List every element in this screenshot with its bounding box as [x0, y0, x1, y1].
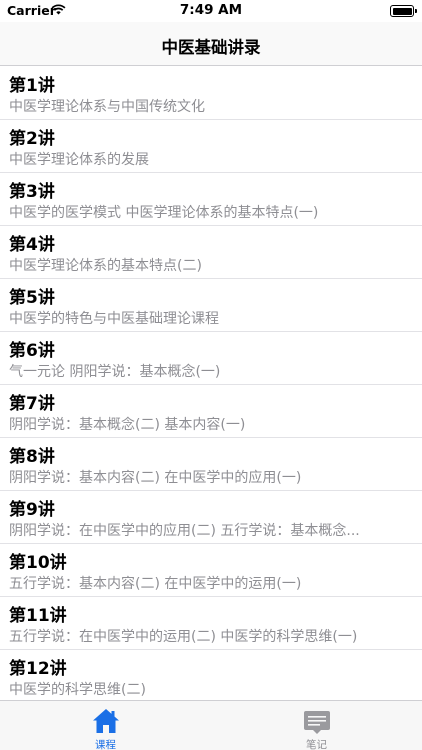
lesson-list[interactable]: 第1讲 中医学理论体系与中国传统文化 第2讲 中医学理论体系的发展 第3讲 中医…	[0, 67, 422, 700]
lesson-subtitle: 阴阳学说：在中医学中的应用(二) 五行学说：基本概念...	[9, 523, 360, 539]
lesson-row-9[interactable]: 第9讲 阴阳学说：在中医学中的应用(二) 五行学说：基本概念...	[0, 491, 422, 544]
status-bar: Carrier 7:49 AM	[0, 0, 422, 22]
lesson-title: 第6讲	[9, 341, 55, 361]
lesson-row-7[interactable]: 第7讲 阴阳学说：基本概念(二) 基本内容(一)	[0, 385, 422, 438]
lesson-title: 第7讲	[9, 394, 55, 414]
lesson-subtitle: 阴阳学说：基本概念(二) 基本内容(一)	[9, 417, 246, 433]
lesson-row-5[interactable]: 第5讲 中医学的特色与中医基础理论课程	[0, 279, 422, 332]
lesson-row-11[interactable]: 第11讲 五行学说：在中医学中的运用(二) 中医学的科学思维(一)	[0, 597, 422, 650]
lesson-title: 第10讲	[9, 553, 67, 573]
lesson-subtitle: 中医学的医学模式 中医学理论体系的基本特点(一)	[9, 205, 319, 221]
lesson-row-4[interactable]: 第4讲 中医学理论体系的基本特点(二)	[0, 226, 422, 279]
lesson-subtitle: 气一元论 阴阳学说：基本概念(一)	[9, 364, 221, 380]
tab-notes[interactable]: 笔记	[211, 701, 422, 750]
lesson-row-8[interactable]: 第8讲 阴阳学说：基本内容(二) 在中医学中的应用(一)	[0, 438, 422, 491]
lesson-subtitle: 中医学理论体系的发展	[9, 152, 149, 168]
navigation-bar: 中医基础讲录	[0, 22, 422, 66]
lesson-subtitle: 中医学的科学思维(二)	[9, 682, 146, 698]
lesson-title: 第9讲	[9, 500, 55, 520]
page-title: 中医基础讲录	[161, 38, 261, 57]
lesson-subtitle: 五行学说：基本内容(二) 在中医学中的运用(一)	[9, 576, 302, 592]
tab-courses-label: 课程	[95, 739, 116, 750]
tab-notes-label: 笔记	[306, 739, 327, 750]
lesson-title: 第8讲	[9, 447, 55, 467]
lesson-title: 第1讲	[9, 76, 55, 96]
battery-icon	[390, 5, 417, 17]
lesson-subtitle: 中医学的特色与中医基础理论课程	[9, 311, 219, 327]
tab-bar: 课程 笔记	[0, 700, 422, 750]
lesson-row-1[interactable]: 第1讲 中医学理论体系与中国传统文化	[0, 67, 422, 120]
lesson-row-3[interactable]: 第3讲 中医学的医学模式 中医学理论体系的基本特点(一)	[0, 173, 422, 226]
lesson-row-2[interactable]: 第2讲 中医学理论体系的发展	[0, 120, 422, 173]
lesson-row-10[interactable]: 第10讲 五行学说：基本内容(二) 在中医学中的运用(一)	[0, 544, 422, 597]
lesson-subtitle: 五行学说：在中医学中的运用(二) 中医学的科学思维(一)	[9, 629, 358, 645]
lesson-subtitle: 中医学理论体系的基本特点(二)	[9, 258, 202, 274]
tab-courses[interactable]: 课程	[0, 701, 211, 750]
lesson-title: 第5讲	[9, 288, 55, 308]
clock-time: 7:49 AM	[179, 2, 243, 18]
lesson-title: 第2讲	[9, 129, 55, 149]
lesson-row-12[interactable]: 第12讲 中医学的科学思维(二)	[0, 650, 422, 700]
lesson-subtitle: 中医学理论体系与中国传统文化	[9, 99, 205, 115]
lesson-title: 第4讲	[9, 235, 55, 255]
notebook-icon	[304, 711, 330, 734]
lesson-row-6[interactable]: 第6讲 气一元论 阴阳学说：基本概念(一)	[0, 332, 422, 385]
lesson-title: 第11讲	[9, 606, 67, 626]
home-icon	[93, 709, 119, 733]
lesson-title: 第12讲	[9, 659, 67, 679]
lesson-subtitle: 阴阳学说：基本内容(二) 在中医学中的应用(一)	[9, 470, 302, 486]
lesson-title: 第3讲	[9, 182, 55, 202]
